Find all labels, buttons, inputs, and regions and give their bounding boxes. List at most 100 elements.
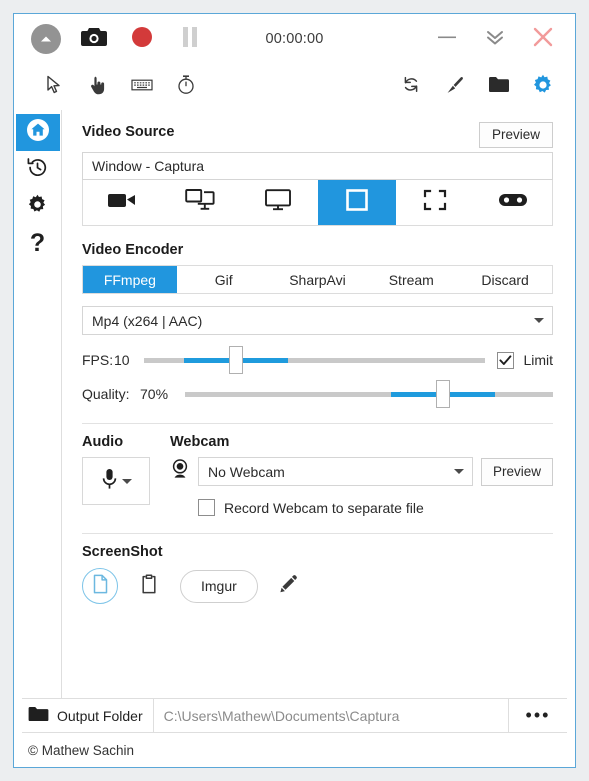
webcam-group: Webcam No Webcam	[170, 434, 553, 516]
webcam-select[interactable]: No Webcam	[198, 457, 473, 486]
webcam-preview-button[interactable]: Preview	[481, 458, 553, 486]
copy-clipboard-button[interactable]	[132, 569, 166, 603]
edit-image-button[interactable]	[272, 569, 306, 603]
record-button[interactable]	[118, 18, 166, 60]
theme-button[interactable]	[433, 69, 477, 105]
tab-discard[interactable]: Discard	[458, 266, 552, 293]
tab-stream[interactable]: Stream	[364, 266, 458, 293]
fps-label: FPS:	[82, 352, 114, 368]
encoder-format-select[interactable]: Mp4 (x264 | AAC)	[82, 306, 553, 335]
source-window[interactable]	[318, 180, 396, 225]
folder-icon	[28, 706, 49, 725]
sidebar-item-home[interactable]	[16, 114, 60, 151]
source-screen-multi[interactable]	[161, 180, 239, 225]
webcam-icon	[170, 458, 190, 485]
video-source-options	[82, 180, 553, 226]
source-nocapture[interactable]	[83, 180, 161, 225]
cursor-icon	[46, 75, 63, 100]
video-source-heading: Video Source	[82, 124, 479, 140]
section-divider-audio	[82, 423, 553, 424]
record-dot-icon	[131, 26, 153, 53]
video-source-preview-button[interactable]: Preview	[479, 122, 553, 148]
click-hand-icon	[89, 75, 107, 100]
toolbar-right-actions	[389, 69, 565, 105]
collapse-toggle-button[interactable]	[22, 18, 70, 60]
crop-region-icon	[422, 188, 448, 217]
copyright-text: © Mathew Sachin	[28, 743, 134, 758]
save-to-disk-button[interactable]	[82, 568, 118, 604]
refresh-icon	[401, 74, 421, 100]
tab-sharpavi[interactable]: SharpAvi	[271, 266, 365, 293]
clipboard-icon	[141, 574, 157, 599]
sidebar-nav: ?	[14, 110, 62, 698]
tab-gif[interactable]: Gif	[177, 266, 271, 293]
close-button[interactable]	[519, 18, 567, 60]
recent-folder-button[interactable]	[477, 69, 521, 105]
file-document-icon	[92, 574, 109, 599]
fps-value: 10	[114, 352, 144, 368]
clicks-toggle-button[interactable]	[76, 69, 120, 105]
audio-source-button[interactable]	[82, 457, 150, 505]
pause-icon	[181, 26, 199, 53]
fps-limit-checkbox-row[interactable]: Limit	[497, 352, 553, 369]
sidebar-item-history[interactable]	[16, 151, 60, 188]
audio-webcam-row: Audio Webcam	[82, 434, 553, 516]
tab-ffmpeg[interactable]: FFmpeg	[83, 266, 177, 293]
source-region[interactable]	[396, 180, 474, 225]
fps-slider[interactable]	[144, 345, 485, 375]
video-camera-icon	[107, 190, 137, 215]
webcam-separate-file-checkbox[interactable]	[198, 499, 215, 516]
quality-value: 70%	[140, 386, 185, 402]
fps-slider-thumb[interactable]	[229, 346, 243, 374]
chevron-down-icon	[454, 469, 464, 474]
shrink-button[interactable]	[471, 18, 519, 60]
quality-slider[interactable]	[185, 379, 553, 409]
screenshot-actions: Imgur	[82, 568, 553, 604]
folder-icon	[488, 76, 510, 98]
close-x-icon	[530, 24, 556, 55]
output-more-button[interactable]: •••	[509, 699, 567, 732]
refresh-button[interactable]	[389, 69, 433, 105]
audio-heading: Audio	[82, 434, 150, 450]
webcam-value: No Webcam	[208, 464, 454, 480]
question-mark-icon: ?	[30, 231, 45, 256]
fps-limit-checkbox[interactable]	[497, 352, 514, 369]
chevron-up-circle-icon	[31, 24, 61, 54]
audio-group: Audio	[82, 434, 150, 516]
brush-icon	[445, 75, 465, 100]
history-clock-icon	[26, 156, 49, 184]
video-encoder-tabs: FFmpeg Gif SharpAvi Stream Discard	[82, 265, 553, 294]
pause-button[interactable]	[166, 18, 214, 60]
output-folder-button[interactable]: Output Folder	[22, 699, 154, 732]
minimize-button[interactable]	[423, 18, 471, 60]
microphone-icon	[101, 467, 118, 496]
settings-button[interactable]	[521, 69, 565, 105]
keystrokes-toggle-button[interactable]	[120, 69, 164, 105]
quality-label: Quality:	[82, 386, 140, 402]
content-panel: Video Source Preview Window - Captura	[62, 110, 575, 698]
output-path-field[interactable]: C:\Users\Mathew\Documents\Captura	[154, 699, 509, 732]
cursor-toggle-button[interactable]	[32, 69, 76, 105]
monitor-icon	[264, 188, 292, 217]
pencil-icon	[279, 574, 299, 599]
screenshot-button[interactable]	[70, 18, 118, 60]
video-source-value[interactable]: Window - Captura	[82, 152, 553, 180]
title-bar-window-controls	[423, 18, 575, 60]
timer-button[interactable]	[164, 69, 208, 105]
window-square-icon	[343, 187, 371, 218]
source-gamepad[interactable]	[474, 180, 552, 225]
quality-slider-track	[185, 392, 553, 397]
options-toolbar	[14, 64, 575, 110]
quality-slider-thumb[interactable]	[436, 380, 450, 408]
webcam-separate-file-row[interactable]: Record Webcam to separate file	[198, 499, 553, 516]
sidebar-item-settings[interactable]	[16, 188, 60, 225]
webcam-select-row: No Webcam Preview	[170, 457, 553, 486]
chevron-down-icon	[534, 318, 544, 323]
video-source-header: Video Source Preview	[82, 122, 553, 148]
gear-icon	[26, 193, 49, 221]
sidebar-item-help[interactable]: ?	[16, 225, 60, 262]
main-body: ? Video Source Preview Window - Captura	[14, 110, 575, 698]
imgur-upload-button[interactable]: Imgur	[180, 570, 258, 603]
keyboard-icon	[131, 78, 153, 97]
source-screen[interactable]	[239, 180, 317, 225]
